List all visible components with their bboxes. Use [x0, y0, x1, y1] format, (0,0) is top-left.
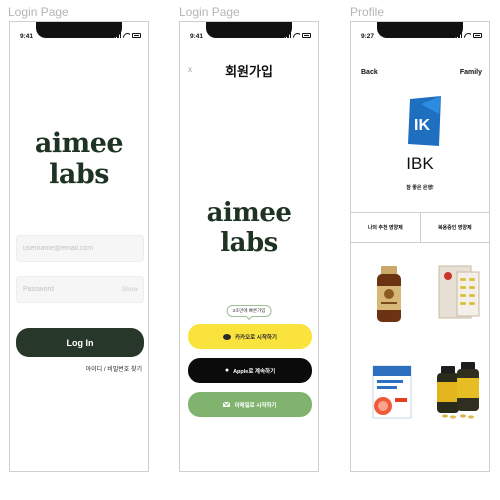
bank-slogan: 참 좋은 은행! — [406, 185, 434, 191]
find-account-link[interactable]: 아이디 / 비밀번호 찾기 — [86, 364, 142, 373]
wifi-icon — [293, 32, 300, 38]
password-field[interactable]: Show — [16, 276, 144, 303]
capsule-bottle-image[interactable] — [433, 360, 483, 420]
apple-icon: ● — [224, 367, 230, 374]
status-time: 9:41 — [20, 33, 34, 40]
supplement-box-image[interactable] — [433, 262, 483, 322]
tab-recommended[interactable]: 나의 추천 영양제 — [351, 213, 420, 242]
phone-notch — [206, 22, 292, 38]
screen-label-signup: Login Page — [179, 5, 240, 19]
wifi-icon — [464, 32, 471, 38]
brand-logo: aimee labs — [206, 198, 292, 258]
battery-icon — [473, 32, 482, 38]
status-icons — [453, 32, 482, 38]
username-field[interactable] — [16, 235, 144, 262]
show-password-button[interactable]: Show — [122, 286, 138, 293]
username-input[interactable] — [17, 236, 143, 261]
kakao-button-label: 카카오로 시작하기 — [234, 334, 277, 341]
apple-signup-button[interactable]: ● Apple로 계속하기 — [188, 358, 312, 383]
bank-name: IBK — [406, 154, 434, 173]
email-signup-button[interactable]: 이메일로 시작하기 — [188, 392, 312, 417]
brand-logo: aimee labs — [34, 128, 124, 190]
omega-box-image[interactable] — [369, 362, 415, 422]
signal-icon — [112, 32, 121, 38]
quick-signup-tooltip: 3초만에 빠른가입 — [226, 305, 272, 317]
tab-taking[interactable]: 복용중인 영양제 — [419, 213, 490, 242]
login-screen: 9:41 aimee labs Show Log In 아이디 / 비밀번호 찾… — [9, 21, 149, 472]
apple-button-label: Apple로 계속하기 — [233, 368, 276, 375]
email-button-label: 이메일로 시작하기 — [234, 402, 277, 409]
phone-notch — [36, 22, 122, 38]
status-icons — [282, 32, 311, 38]
status-time: 9:27 — [361, 33, 375, 40]
screen-label-login: Login Page — [8, 5, 69, 19]
kakao-chat-icon — [222, 333, 231, 340]
profile-screen: 9:27 Back Family IK IBK 참 좋은 은행! 나의 추천 영… — [350, 21, 490, 472]
signal-icon — [282, 32, 291, 38]
mail-icon — [223, 402, 231, 407]
family-button[interactable]: Family — [460, 69, 482, 76]
back-button[interactable]: Back — [361, 69, 378, 76]
status-time: 9:41 — [190, 33, 204, 40]
signup-screen: 9:41 x 회원가입 aimee labs 3초만에 빠른가입 카카오로 시작… — [179, 21, 319, 472]
phone-notch — [377, 22, 463, 38]
signal-icon — [453, 32, 462, 38]
ibk-logo-icon: IK — [408, 96, 441, 146]
login-button[interactable]: Log In — [16, 328, 144, 357]
svg-text:IK: IK — [414, 117, 430, 134]
kakao-signup-button[interactable]: 카카오로 시작하기 — [188, 324, 312, 349]
status-icons — [112, 32, 141, 38]
signup-title: 회원가입 — [225, 64, 273, 79]
profile-tabs: 나의 추천 영양제 복용중인 영양제 — [351, 212, 489, 243]
battery-icon — [132, 32, 141, 38]
battery-icon — [302, 32, 311, 38]
vitamin-bottle-image[interactable] — [367, 264, 411, 324]
screen-label-profile: Profile — [350, 5, 385, 19]
wifi-icon — [123, 32, 130, 38]
